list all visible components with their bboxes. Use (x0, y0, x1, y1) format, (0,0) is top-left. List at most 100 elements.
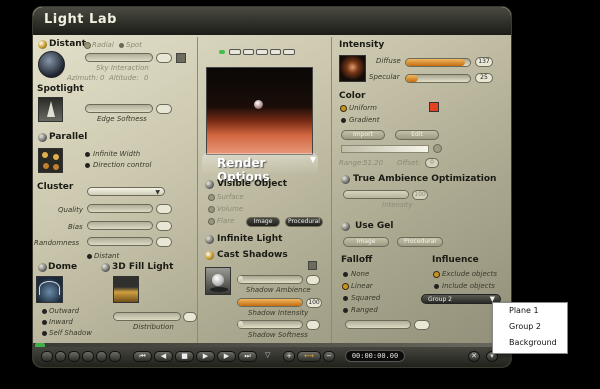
include-objects-radio[interactable] (434, 284, 439, 289)
exclude-objects-label: Exclude objects (442, 270, 497, 278)
remove-key-icon[interactable]: − (323, 351, 335, 362)
gradient-bar[interactable] (341, 145, 429, 153)
falloff-range-field[interactable] (414, 320, 430, 330)
step-back-icon[interactable]: ◀ (154, 351, 173, 362)
dome-title: Dome (48, 262, 78, 272)
shadow-intensity-field[interactable]: 100 (306, 298, 322, 308)
preview-mode-buttons[interactable] (229, 49, 295, 55)
distribution-field[interactable] (183, 312, 197, 322)
distribution-slider[interactable] (113, 312, 181, 321)
direction-control-radio[interactable] (85, 163, 90, 168)
surface-radio[interactable] (209, 195, 214, 200)
use-gel-toggle[interactable] (341, 222, 350, 231)
distant-cluster-radio[interactable] (87, 254, 92, 259)
ambience-toggle[interactable] (341, 175, 350, 184)
shadow-ambience-field[interactable] (306, 275, 320, 285)
stop-icon[interactable]: ■ (175, 351, 194, 362)
visible-procedural-button[interactable]: Procedural (285, 217, 323, 227)
azimuth-value: 0 (100, 74, 105, 82)
ambience-slider[interactable] (343, 190, 409, 199)
spotlight-icon (38, 97, 63, 122)
randomness-slider[interactable] (87, 237, 153, 246)
specular-slider[interactable] (405, 74, 471, 83)
infinite-width-radio[interactable] (85, 152, 90, 157)
menu-item-group-2[interactable]: Group 2 (493, 319, 567, 335)
title-bar[interactable]: Light Lab (33, 7, 511, 35)
sky-color-swatch[interactable] (176, 53, 186, 63)
flare-radio[interactable] (209, 219, 214, 224)
gel-procedural-button[interactable]: Procedural (397, 237, 443, 247)
falloff-ranged-radio[interactable] (343, 308, 348, 313)
cast-shadows-toggle[interactable] (205, 251, 214, 260)
keyframe-marker-icon[interactable]: ▽ (265, 351, 270, 359)
edge-softness-slider[interactable] (85, 104, 153, 113)
radial-radio[interactable] (85, 43, 90, 48)
shadow-color-swatch[interactable] (308, 261, 317, 270)
gradient-knob[interactable] (433, 144, 442, 153)
import-button[interactable]: Import (341, 130, 385, 140)
randomness-field[interactable] (156, 237, 172, 247)
group-dropdown-menu: Plane 1 Group 2 Background (492, 302, 568, 354)
play-icon[interactable]: ▶ (196, 351, 215, 362)
menu-item-plane-1[interactable]: Plane 1 (493, 303, 567, 319)
self-shadow-radio[interactable] (42, 331, 47, 336)
outward-radio[interactable] (42, 309, 47, 314)
add-key-icon[interactable]: + (283, 351, 295, 362)
fill3d-icon (113, 276, 139, 303)
infinite-light-title: Infinite Light (217, 234, 283, 244)
radial-label: Radial (92, 41, 114, 49)
influence-group-dropdown[interactable]: Group 2 ▼ (421, 294, 501, 304)
bias-slider[interactable] (87, 221, 153, 230)
specular-field[interactable]: 25 (475, 73, 493, 83)
spot-radio[interactable] (119, 43, 124, 48)
skip-end-icon[interactable]: ⏭ (238, 351, 257, 362)
key-nav-icon[interactable]: ⟷ (297, 351, 321, 362)
render-preview[interactable] (206, 67, 313, 155)
volume-label: Volume (217, 205, 244, 213)
render-options-banner[interactable]: Render Options ▼ (202, 153, 318, 184)
shadow-ambience-slider[interactable] (237, 275, 303, 284)
menu-item-background[interactable]: Background (493, 335, 567, 351)
self-shadow-label: Self Shadow (49, 329, 93, 337)
diffuse-slider[interactable] (405, 58, 471, 67)
falloff-none-radio[interactable] (343, 272, 348, 277)
quality-slider[interactable] (87, 204, 153, 213)
frame-strip-buttons[interactable] (41, 351, 122, 362)
shadow-softness-field[interactable] (306, 320, 320, 330)
sky-interaction-field[interactable] (156, 53, 172, 63)
shadow-softness-label: Shadow Softness (248, 331, 308, 339)
visible-image-button[interactable]: Image (246, 217, 280, 227)
uniform-radio[interactable] (341, 106, 346, 111)
step-forward-icon[interactable]: ▶ (217, 351, 236, 362)
cluster-dropdown[interactable]: ▼ (87, 187, 165, 196)
visible-object-toggle[interactable] (205, 180, 214, 189)
diffuse-field[interactable]: 137 (475, 57, 493, 67)
falloff-linear-radio[interactable] (343, 284, 348, 289)
offset-value[interactable]: 0 (425, 158, 439, 168)
shadow-intensity-slider[interactable] (237, 298, 303, 307)
distant-toggle[interactable] (38, 40, 47, 49)
close-icon[interactable]: ✕ (468, 351, 480, 362)
skip-start-icon[interactable]: ⏮ (133, 351, 152, 362)
falloff-range-slider[interactable] (345, 320, 411, 329)
distant-cluster-label: Distant (94, 252, 120, 260)
sky-interaction-slider[interactable] (85, 53, 153, 62)
time-display[interactable]: 00:00:00.00 (345, 350, 405, 362)
volume-radio[interactable] (209, 207, 214, 212)
ambience-field[interactable]: 100 (412, 190, 428, 200)
inward-radio[interactable] (42, 320, 47, 325)
shadow-softness-slider[interactable] (237, 320, 303, 329)
edit-button[interactable]: Edit (395, 130, 439, 140)
gradient-radio[interactable] (341, 118, 346, 123)
bias-field[interactable] (156, 221, 172, 231)
quality-field[interactable] (156, 204, 172, 214)
falloff-squared-radio[interactable] (343, 296, 348, 301)
color-swatch[interactable] (429, 102, 439, 112)
fill3d-toggle[interactable] (101, 263, 110, 272)
exclude-objects-radio[interactable] (434, 272, 439, 277)
parallel-toggle[interactable] (38, 133, 47, 142)
dome-toggle[interactable] (38, 263, 47, 272)
gel-image-button[interactable]: Image (343, 237, 389, 247)
edge-softness-field[interactable] (156, 104, 172, 114)
infinite-light-toggle[interactable] (205, 235, 214, 244)
